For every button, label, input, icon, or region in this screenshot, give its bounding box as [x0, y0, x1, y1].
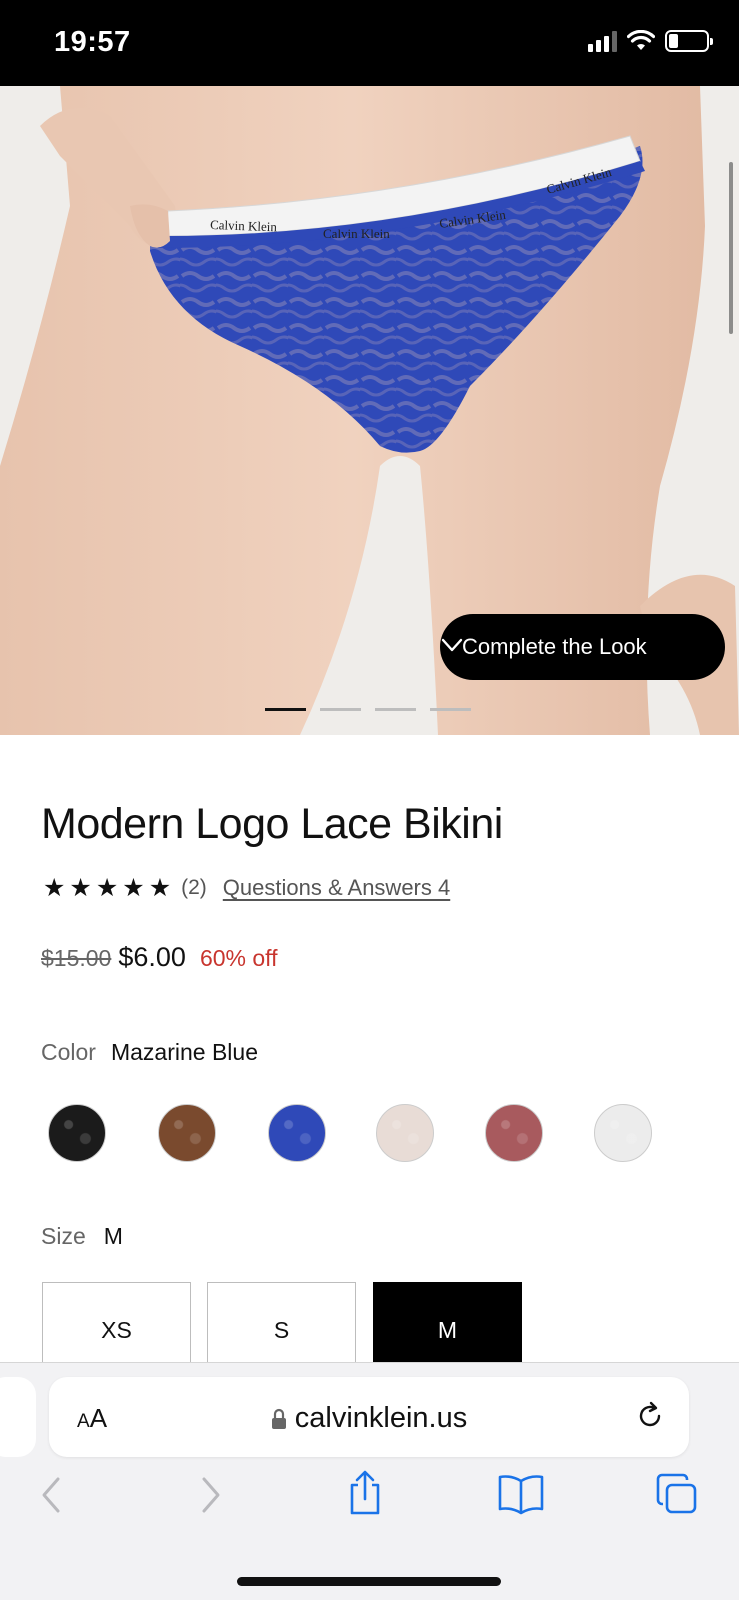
status-icons — [588, 30, 713, 52]
waistband-logo: Calvin Klein — [323, 226, 390, 241]
color-swatch-light-pink[interactable] — [376, 1104, 434, 1162]
waistband-logo: Calvin Klein — [210, 217, 278, 234]
gallery-pagination — [265, 708, 471, 711]
selected-size: M — [103, 1223, 123, 1249]
status-bar: 19:57 — [0, 0, 739, 86]
star-icon: ★ — [95, 873, 119, 902]
star-rating[interactable]: ★ ★ ★ ★ ★ — [43, 873, 172, 902]
back-icon[interactable] — [38, 1475, 66, 1515]
star-icon: ★ — [43, 873, 66, 902]
lock-icon — [271, 1409, 286, 1430]
chevron-down-icon — [441, 638, 463, 652]
gallery-dot-4[interactable] — [430, 708, 471, 711]
address-bar[interactable]: AA calvinklein.us — [49, 1377, 689, 1457]
price-row: $15.00 $6.00 60% off — [41, 942, 278, 973]
scroll-indicator[interactable] — [729, 162, 733, 334]
reload-icon[interactable] — [635, 1401, 665, 1431]
complete-the-look-label: Complete the Look — [462, 634, 647, 659]
questions-answers-link[interactable]: Questions & Answers 4 — [223, 875, 450, 901]
color-label: Color — [41, 1039, 96, 1065]
forward-icon[interactable] — [196, 1475, 224, 1515]
star-icon: ★ — [69, 873, 92, 902]
color-swatch-white[interactable] — [594, 1104, 652, 1162]
size-button-m[interactable]: M — [373, 1282, 522, 1372]
browser-chrome: AA calvinklein.us — [0, 1362, 739, 1600]
size-button-s[interactable]: S — [207, 1282, 356, 1372]
bookmarks-icon[interactable] — [497, 1473, 545, 1515]
battery-icon — [665, 30, 713, 52]
color-swatch-mazarine-blue[interactable] — [268, 1104, 326, 1162]
url-display[interactable]: calvinklein.us — [49, 1402, 689, 1435]
tabs-icon[interactable] — [655, 1473, 699, 1515]
home-indicator[interactable] — [237, 1577, 501, 1586]
color-swatch-rose[interactable] — [485, 1104, 543, 1162]
star-icon: ★ — [148, 873, 172, 902]
selected-color-name: Mazarine Blue — [110, 1039, 258, 1065]
complete-the-look-button[interactable]: Complete the Look — [440, 614, 725, 680]
size-button-xs[interactable]: XS — [42, 1282, 191, 1372]
browser-toolbar — [0, 1470, 739, 1535]
star-icon: ★ — [122, 873, 145, 902]
size-label: Size — [41, 1223, 86, 1249]
battery-level — [669, 34, 678, 48]
color-selector-header: Color Mazarine Blue — [41, 1039, 258, 1066]
gallery-dot-3[interactable] — [375, 708, 416, 711]
gallery-dot-1[interactable] — [265, 708, 306, 711]
wifi-icon — [627, 30, 655, 50]
original-price: $15.00 — [41, 945, 112, 971]
sale-price: $6.00 — [118, 942, 186, 972]
color-swatch-black[interactable] — [48, 1104, 106, 1162]
color-swatch-brown[interactable] — [158, 1104, 216, 1162]
product-title: Modern Logo Lace Bikini — [41, 800, 503, 848]
cellular-signal-icon — [588, 30, 617, 52]
share-icon[interactable] — [345, 1469, 385, 1517]
size-selector-header: Size M — [41, 1223, 123, 1250]
review-count[interactable]: (2) — [181, 876, 207, 900]
gallery-dot-2[interactable] — [320, 708, 361, 711]
status-time: 19:57 — [54, 26, 131, 58]
discount-label: 60% off — [199, 945, 278, 971]
url-text: calvinklein.us — [294, 1402, 468, 1434]
previous-tab-edge[interactable] — [0, 1377, 36, 1457]
color-swatches — [48, 1104, 698, 1164]
rating-row: ★ ★ ★ ★ ★ (2) Questions & Answers 4 — [43, 875, 450, 901]
product-image-gallery[interactable]: Calvin Klein Calvin Klein Calvin Klein C… — [0, 86, 739, 735]
